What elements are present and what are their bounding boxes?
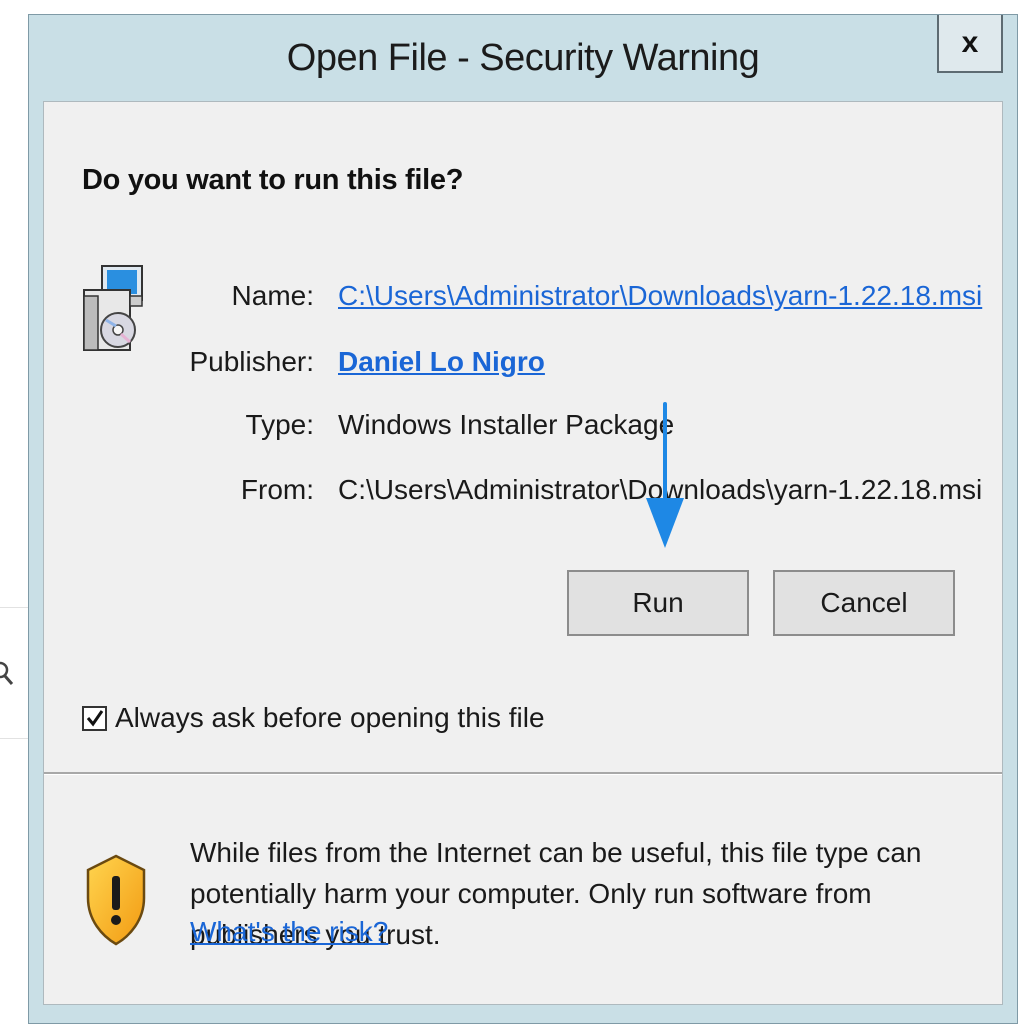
search-icon (0, 660, 18, 695)
name-value[interactable]: C:\Users\Administrator\Downloads\yarn-1.… (338, 280, 982, 312)
title-bar: Open File - Security Warning x (29, 15, 1017, 101)
publisher-value[interactable]: Daniel Lo Nigro (338, 346, 545, 378)
always-ask-label[interactable]: Always ask before opening this file (115, 702, 545, 734)
type-label: Type: (245, 409, 314, 440)
run-question: Do you want to run this file? (82, 164, 464, 196)
publisher-label: Publisher: (189, 346, 314, 377)
name-label: Name: (231, 280, 314, 311)
always-ask-checkbox[interactable] (82, 705, 107, 731)
cancel-button[interactable]: Cancel (773, 570, 955, 636)
run-button[interactable]: Run (567, 570, 749, 636)
close-icon: x (961, 26, 979, 59)
pointer-arrow-icon (642, 402, 688, 555)
dialog-title: Open File - Security Warning (286, 37, 760, 79)
type-value: Windows Installer Package (338, 409, 675, 440)
always-ask-row[interactable]: Always ask before opening this file (82, 702, 545, 734)
publisher-link[interactable]: Daniel Lo Nigro (338, 346, 545, 377)
security-warning-dialog: Open File - Security Warning x Do you wa… (28, 14, 1018, 1024)
separator (44, 772, 1002, 775)
msi-installer-icon (80, 262, 146, 361)
warning-shield-icon (86, 854, 146, 951)
checkmark-icon (86, 710, 103, 727)
dialog-body: Do you want to run this file? Name: C:\U… (43, 101, 1003, 1005)
from-label: From: (240, 474, 314, 505)
whats-the-risk-link[interactable]: What's the risk? (190, 916, 388, 948)
file-name-link[interactable]: C:\Users\Administrator\Downloads\yarn-1.… (338, 280, 982, 311)
close-button[interactable]: x (937, 15, 1003, 73)
